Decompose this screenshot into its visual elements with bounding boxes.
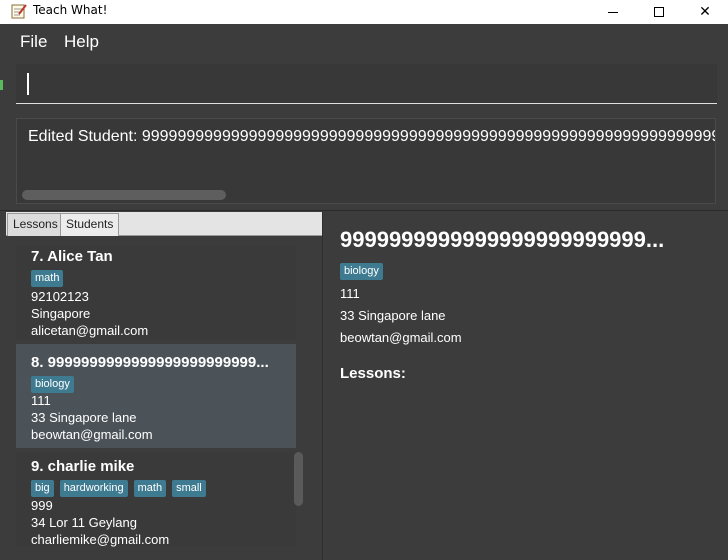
result-display: Edited Student: 999999999999999999999999… xyxy=(16,118,716,204)
menu-file[interactable]: File xyxy=(20,32,47,52)
close-button[interactable]: ✕ xyxy=(682,0,728,24)
command-input[interactable] xyxy=(16,64,717,102)
student-card-selected[interactable]: 8. 9999999999999999999999999... biology … xyxy=(16,344,296,448)
student-name: 8. 9999999999999999999999999... xyxy=(31,354,269,371)
student-email: charliemike@gmail.com xyxy=(31,532,170,547)
tag: small xyxy=(172,480,206,497)
tag: biology xyxy=(340,263,383,280)
student-phone: 999 xyxy=(31,498,53,513)
tag: biology xyxy=(31,376,74,393)
tab-students[interactable]: Students xyxy=(60,213,120,236)
student-card[interactable]: 7. Alice Tan math 92102123 Singapore ali… xyxy=(16,246,296,340)
tag: hardworking xyxy=(59,480,128,497)
tag: big xyxy=(31,480,54,497)
tab-lessons[interactable]: Lessons xyxy=(7,213,64,236)
panel-divider xyxy=(0,210,728,211)
student-phone: 92102123 xyxy=(31,289,89,304)
tag: math xyxy=(133,480,167,497)
window-title: Teach What! xyxy=(33,3,108,17)
window-title-bar: Teach What! ✕ xyxy=(0,0,728,24)
detail-address: 33 Singapore lane xyxy=(340,308,446,323)
minimize-icon xyxy=(608,11,618,13)
student-phone: 111 xyxy=(31,393,51,408)
minimize-button[interactable] xyxy=(590,0,636,24)
student-name: 7. Alice Tan xyxy=(31,248,113,265)
menu-help[interactable]: Help xyxy=(64,32,99,52)
tag: math xyxy=(31,270,64,287)
student-tags: biology xyxy=(31,376,74,393)
detail-student-name: 9999999999999999999999999... xyxy=(340,227,665,252)
detail-phone: 111 xyxy=(340,286,360,301)
text-caret xyxy=(27,73,29,95)
tab-bar: Lessons Students xyxy=(6,212,322,236)
detail-tags: biology xyxy=(340,263,383,280)
student-email: beowtan@gmail.com xyxy=(31,427,153,442)
student-list-panel: Lessons Students 7. Alice Tan math 92102… xyxy=(6,212,322,560)
result-message: Edited Student: 999999999999999999999999… xyxy=(28,128,716,145)
command-box xyxy=(16,64,717,104)
menu-bar: File Help xyxy=(0,24,728,60)
student-address: Singapore xyxy=(31,306,91,321)
maximize-icon xyxy=(654,7,664,17)
student-tags: math xyxy=(31,270,64,287)
student-address: 33 Singapore lane xyxy=(31,410,137,425)
close-icon: ✕ xyxy=(699,4,711,20)
student-address: 34 Lor 11 Geylang xyxy=(31,515,137,530)
horizontal-scrollbar[interactable] xyxy=(22,190,226,200)
app-notepad-icon xyxy=(11,4,27,19)
detail-lessons-heading: Lessons: xyxy=(340,365,406,382)
detail-email: beowtan@gmail.com xyxy=(340,330,462,345)
vertical-scrollbar[interactable] xyxy=(294,452,303,506)
student-name: 9. charlie mike xyxy=(31,458,135,475)
student-detail-panel: 9999999999999999999999999... biology 111… xyxy=(322,212,728,560)
maximize-button[interactable] xyxy=(636,0,682,24)
student-email: alicetan@gmail.com xyxy=(31,323,149,338)
student-tags: big hardworking math small xyxy=(31,480,206,497)
student-card[interactable]: 9. charlie mike big hardworking math sma… xyxy=(16,452,296,547)
